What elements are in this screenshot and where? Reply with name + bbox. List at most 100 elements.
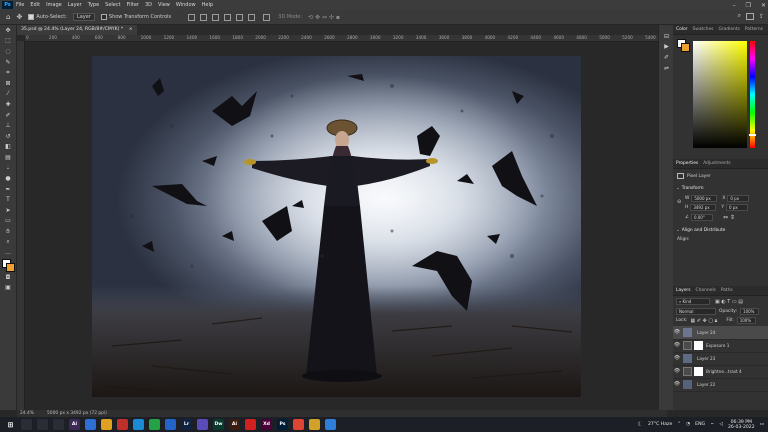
distribute-icon[interactable]: [263, 13, 271, 21]
menu-view[interactable]: View: [158, 2, 170, 8]
tab-layers[interactable]: Layers: [676, 288, 691, 293]
align-top-icon[interactable]: [224, 13, 232, 21]
background-color-swatch[interactable]: [6, 263, 15, 273]
brush-tool-icon[interactable]: ✐: [0, 110, 16, 121]
align-middle-icon[interactable]: [236, 13, 244, 21]
document-tab[interactable]: 35.psd @ 24.4% (Layer 24, RGB/8#/CMYK) *…: [17, 25, 137, 35]
taskbar-app-icon[interactable]: [197, 419, 208, 430]
filter-icons[interactable]: ▣ ◐ T ▭ ▤: [715, 299, 743, 305]
angle-field[interactable]: 0.00°: [690, 214, 713, 221]
menu-filter[interactable]: Filter: [127, 2, 139, 8]
visibility-eye-icon[interactable]: 👁︎: [673, 368, 681, 374]
eyedropper-tool-icon[interactable]: ⁄: [0, 89, 16, 100]
menu-select[interactable]: Select: [105, 2, 120, 8]
tab-color[interactable]: Color: [676, 27, 687, 32]
share-icon[interactable]: ⇪: [759, 13, 764, 20]
history-brush-tool-icon[interactable]: ↺: [0, 131, 16, 142]
more-tools-icon[interactable]: …: [0, 247, 16, 258]
layer-row[interactable]: 👁︎ Layer 24: [673, 326, 768, 340]
crop-tool-icon[interactable]: ⌗: [0, 67, 16, 78]
width-field[interactable]: 5000 px: [691, 195, 718, 202]
tab-gradients[interactable]: Gradients: [718, 27, 739, 32]
pen-tool-icon[interactable]: ✒: [0, 184, 16, 195]
menu-window[interactable]: Window: [176, 2, 196, 8]
menu-type[interactable]: Type: [88, 2, 99, 8]
visibility-eye-icon[interactable]: 👁︎: [673, 329, 681, 335]
layer-filter-kind[interactable]: ⌕ Kind: [676, 298, 710, 305]
type-tool-icon[interactable]: T: [0, 195, 16, 206]
close-button[interactable]: ✕: [761, 2, 766, 9]
hue-slider-handle[interactable]: [749, 134, 756, 136]
align-right-icon[interactable]: [212, 13, 220, 21]
zoom-tool-icon[interactable]: ⌕: [0, 237, 16, 248]
menu-3d[interactable]: 3D: [145, 2, 152, 8]
weather-text[interactable]: 27°C Haze: [648, 422, 672, 427]
transform-section[interactable]: ⌄ Transform: [676, 186, 704, 191]
taskbar-app-icon[interactable]: Ai: [229, 419, 240, 430]
layer-row[interactable]: 👁︎ Brightne...trast 4: [673, 365, 768, 379]
close-tab-icon[interactable]: ×: [129, 27, 133, 32]
adjust-panel-icon[interactable]: ⇌: [659, 63, 674, 74]
color-swatches[interactable]: [0, 258, 16, 273]
workspace-icon[interactable]: [745, 12, 754, 20]
visibility-eye-icon[interactable]: 👁︎: [673, 342, 681, 348]
healing-brush-tool-icon[interactable]: ✚: [0, 99, 16, 110]
auto-select-dropdown[interactable]: Layer: [72, 13, 95, 21]
link-icon[interactable]: ⊖: [677, 199, 681, 205]
maximize-button[interactable]: ❐: [746, 2, 751, 9]
flip-icons[interactable]: ⇔ ⇕: [723, 214, 735, 221]
clone-stamp-tool-icon[interactable]: ⊥: [0, 120, 16, 131]
taskbar-app-icon[interactable]: [85, 419, 96, 430]
tab-paths[interactable]: Paths: [721, 288, 733, 293]
tab-channels[interactable]: Channels: [696, 288, 716, 293]
opacity-field[interactable]: 100%: [740, 308, 760, 315]
taskbar-app-icon[interactable]: Ps: [277, 419, 288, 430]
tab-swatches[interactable]: Swatches: [692, 27, 713, 32]
eraser-tool-icon[interactable]: ◧: [0, 142, 16, 153]
move-tool-icon[interactable]: ✥: [16, 13, 22, 21]
rectangle-tool-icon[interactable]: ▭: [0, 216, 16, 227]
brush-settings-icon[interactable]: ✐: [659, 52, 674, 63]
align-section[interactable]: ⌄ Align and Distribute: [676, 228, 725, 233]
taskbar-app-icon[interactable]: Lr: [181, 419, 192, 430]
taskbar-app-icon[interactable]: [133, 419, 144, 430]
history-panel-icon[interactable]: ⊟: [659, 31, 674, 42]
quick-mask-icon[interactable]: ◘: [0, 272, 16, 283]
taskbar-app-icon[interactable]: [117, 419, 128, 430]
x-field[interactable]: 0 px: [727, 195, 750, 202]
layer-row[interactable]: 👁︎ Layer 22: [673, 378, 768, 392]
taskbar-app-icon[interactable]: [37, 419, 48, 430]
menu-help[interactable]: Help: [202, 2, 213, 8]
clock[interactable]: 06:39 PM 26-03-2022: [728, 420, 755, 430]
document-canvas[interactable]: [92, 56, 581, 397]
notification-icon[interactable]: ▭: [760, 422, 764, 427]
y-field[interactable]: 0 px: [726, 204, 748, 211]
taskbar-app-icon[interactable]: [53, 419, 64, 430]
menu-layer[interactable]: Layer: [68, 2, 82, 8]
tab-adjustments[interactable]: Adjustments: [703, 161, 731, 166]
path-select-tool-icon[interactable]: ➤: [0, 205, 16, 216]
hue-slider[interactable]: [750, 41, 755, 148]
align-center-icon[interactable]: [200, 13, 208, 21]
search-icon[interactable]: ⌕: [738, 12, 741, 20]
blend-mode-select[interactable]: Normal: [676, 308, 716, 315]
blur-tool-icon[interactable]: 💧︎: [0, 163, 16, 174]
minimize-button[interactable]: –: [733, 2, 736, 9]
layer-row[interactable]: 👁︎ Exposure 1: [673, 339, 768, 353]
dodge-tool-icon[interactable]: ●: [0, 173, 16, 184]
taskbar-app-icon[interactable]: [245, 419, 256, 430]
taskbar-app-icon[interactable]: [325, 419, 336, 430]
quick-select-tool-icon[interactable]: ✎: [0, 57, 16, 68]
taskbar-app-icon[interactable]: [309, 419, 320, 430]
tab-properties[interactable]: Properties: [676, 161, 698, 166]
menu-edit[interactable]: Edit: [30, 2, 40, 8]
taskbar-app-icon[interactable]: Ai: [69, 419, 80, 430]
wifi-icon[interactable]: ⌔: [710, 422, 714, 428]
layer-row[interactable]: 👁︎ Layer 23: [673, 352, 768, 366]
taskbar-app-icon[interactable]: [165, 419, 176, 430]
tab-patterns[interactable]: Patterns: [745, 27, 763, 32]
gradient-tool-icon[interactable]: ▤: [0, 152, 16, 163]
move-tool-icon[interactable]: ✥: [0, 25, 16, 36]
height-field[interactable]: 3492 px: [690, 204, 717, 211]
home-icon[interactable]: ⌂: [6, 13, 10, 21]
